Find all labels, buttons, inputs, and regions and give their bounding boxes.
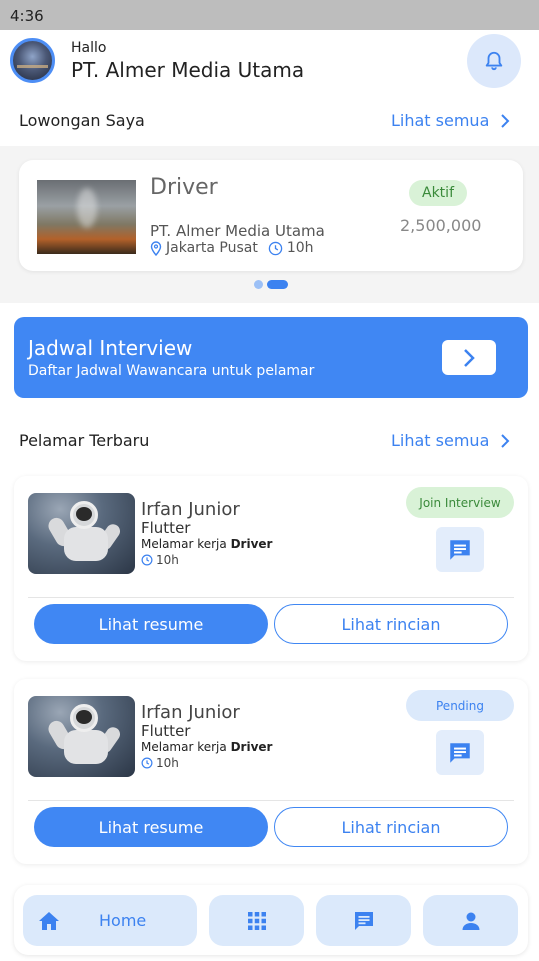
- nav-messages[interactable]: [316, 895, 411, 946]
- job-time: 10h: [286, 240, 314, 256]
- jobs-see-all-link[interactable]: Lihat semua: [391, 111, 511, 130]
- clock-icon: [268, 241, 283, 255]
- carousel-dot-active[interactable]: [267, 280, 288, 289]
- applicant-time-value: 10h: [156, 553, 179, 567]
- applicant-card: Irfan Junior Flutter Melamar kerja Drive…: [14, 476, 528, 661]
- applied-job: Driver: [230, 740, 273, 754]
- chevron-right-icon: [464, 348, 475, 367]
- jobs-section-title: Lowongan Saya: [19, 111, 145, 130]
- bottom-navigation: Home: [14, 885, 528, 955]
- jobs-see-all-label: Lihat semua: [391, 111, 490, 130]
- status-time: 4:36: [10, 7, 44, 25]
- chat-button[interactable]: [436, 527, 484, 572]
- interview-subtitle: Daftar Jadwal Wawancara untuk pelamar: [28, 363, 315, 379]
- job-card[interactable]: Driver PT. Almer Media Utama Jakarta Pus…: [19, 160, 523, 271]
- carousel-dot[interactable]: [254, 280, 263, 289]
- header: Hallo PT. Almer Media Utama: [0, 30, 539, 100]
- bell-icon: [485, 51, 503, 71]
- view-resume-button[interactable]: Lihat resume: [34, 604, 268, 644]
- chevron-right-icon: [501, 113, 510, 128]
- applicant-name: Irfan Junior: [141, 702, 240, 723]
- applicant-status-badge: Pending: [406, 690, 514, 721]
- grid-icon: [247, 911, 266, 930]
- applied-prefix: Melamar kerja: [141, 537, 227, 551]
- job-meta: Jakarta Pusat 10h: [150, 240, 314, 256]
- applicant-applied-job: Melamar kerja Driver: [141, 740, 272, 754]
- job-location: Jakarta Pusat: [166, 240, 258, 256]
- jobs-carousel: Driver PT. Almer Media Utama Jakarta Pus…: [0, 146, 539, 303]
- applicant-status-badge: Join Interview: [406, 487, 514, 518]
- clock-icon: [141, 554, 153, 566]
- job-image: [37, 180, 136, 254]
- clock-icon: [141, 757, 153, 769]
- job-status-badge: Aktif: [409, 180, 467, 206]
- applicant-time: 10h: [141, 756, 179, 770]
- applicant-role: Flutter: [141, 722, 191, 740]
- nav-profile[interactable]: [423, 895, 518, 946]
- notification-button[interactable]: [467, 34, 521, 88]
- applicants-see-all-link[interactable]: Lihat semua: [391, 431, 511, 450]
- greeting: Hallo: [71, 40, 107, 56]
- job-title: Driver: [150, 175, 218, 200]
- profile-icon: [462, 912, 479, 930]
- nav-home[interactable]: Home: [23, 895, 197, 946]
- chat-icon: [354, 911, 373, 930]
- interview-open-button[interactable]: [442, 340, 496, 375]
- applied-job: Driver: [230, 537, 273, 551]
- view-resume-button[interactable]: Lihat resume: [34, 807, 268, 847]
- company-name: PT. Almer Media Utama: [71, 58, 305, 82]
- view-detail-button[interactable]: Lihat rincian: [274, 807, 508, 847]
- divider: [28, 800, 514, 801]
- location-pin-icon: [150, 240, 162, 256]
- nav-menu[interactable]: [209, 895, 304, 946]
- applicant-time-value: 10h: [156, 756, 179, 770]
- status-bar: 4:36: [0, 0, 539, 30]
- applicant-time: 10h: [141, 553, 179, 567]
- applicant-name: Irfan Junior: [141, 499, 240, 520]
- applicants-see-all-label: Lihat semua: [391, 431, 490, 450]
- chat-button[interactable]: [436, 730, 484, 775]
- home-icon: [39, 911, 59, 930]
- applicant-role: Flutter: [141, 519, 191, 537]
- nav-home-label: Home: [99, 911, 147, 930]
- interview-schedule-banner[interactable]: Jadwal Interview Daftar Jadwal Wawancara…: [14, 317, 528, 398]
- applicant-photo: [28, 493, 135, 574]
- interview-title: Jadwal Interview: [28, 336, 193, 360]
- applied-prefix: Melamar kerja: [141, 740, 227, 754]
- chat-icon: [450, 539, 470, 560]
- applicant-card: Irfan Junior Flutter Melamar kerja Drive…: [14, 679, 528, 864]
- view-detail-button[interactable]: Lihat rincian: [274, 604, 508, 644]
- chat-icon: [450, 742, 470, 763]
- divider: [28, 597, 514, 598]
- applicant-photo: [28, 696, 135, 777]
- applicant-applied-job: Melamar kerja Driver: [141, 537, 272, 551]
- job-salary: 2,500,000: [400, 216, 482, 235]
- chevron-right-icon: [501, 433, 510, 448]
- job-company: PT. Almer Media Utama: [150, 222, 325, 240]
- applicants-section-title: Pelamar Terbaru: [19, 431, 150, 450]
- company-avatar[interactable]: [10, 38, 55, 83]
